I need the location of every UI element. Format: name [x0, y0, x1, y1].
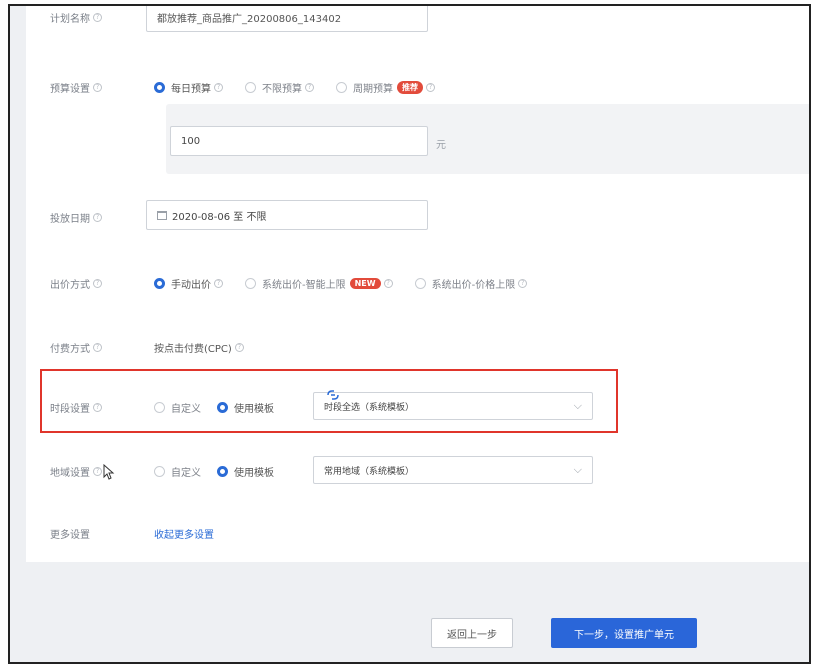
- bid-label-text: 出价方式: [50, 279, 90, 291]
- help-icon[interactable]: ?: [93, 13, 102, 22]
- radio-dot: [217, 465, 228, 477]
- radio-daily-budget[interactable]: 每日预算?: [154, 80, 223, 95]
- region-label: 地域设置?: [50, 464, 102, 479]
- budget-row: 预算设置? 每日预算? 不限预算? 周期预算 推荐?: [26, 72, 809, 102]
- payment-label: 付费方式?: [50, 340, 102, 355]
- help-icon[interactable]: ?: [93, 212, 102, 222]
- help-icon[interactable]: ?: [383, 278, 393, 288]
- budget-amount-value: 100: [181, 135, 201, 147]
- help-icon[interactable]: ?: [234, 342, 244, 352]
- radio-dot: [154, 277, 165, 289]
- date-row: 投放日期? 2020-08-06 至 不限: [26, 200, 809, 232]
- back-button-label: 返回上一步: [447, 629, 497, 641]
- radio-label: 使用模板: [234, 467, 274, 479]
- radio-label: 自定义: [171, 467, 201, 479]
- radio-dot: [245, 277, 256, 289]
- payment-value-text: 按点击付费(CPC): [154, 343, 232, 355]
- budget-label: 预算设置?: [50, 80, 102, 95]
- help-icon[interactable]: ?: [305, 82, 314, 92]
- region-row: 地域设置? 自定义 使用模板 常用地域（系统模板） ⌵: [26, 456, 809, 486]
- more-settings-row: 更多设置 收起更多设置: [26, 518, 809, 548]
- next-step-button-label: 下一步，设置推广单元: [574, 629, 674, 641]
- date-picker[interactable]: 2020-08-06 至 不限: [146, 200, 428, 230]
- link-cursor-icon: [327, 390, 339, 400]
- help-icon[interactable]: ?: [426, 82, 435, 92]
- radio-dot: [336, 81, 347, 93]
- radio-region-template[interactable]: 使用模板: [217, 464, 274, 479]
- help-icon[interactable]: ?: [93, 278, 102, 288]
- radio-region-custom[interactable]: 自定义: [154, 464, 201, 479]
- budget-amount-input[interactable]: 100: [170, 126, 428, 156]
- region-options: 自定义 使用模板: [154, 464, 280, 479]
- date-label: 投放日期?: [50, 210, 102, 225]
- radio-label: 不限预算: [262, 83, 302, 95]
- radio-dot: [154, 465, 165, 477]
- budget-options: 每日预算? 不限预算? 周期预算 推荐?: [154, 80, 457, 95]
- radio-label: 每日预算: [171, 83, 211, 95]
- radio-smart-cap-bid[interactable]: 系统出价-智能上限 NEW?: [245, 276, 393, 291]
- highlight-box: [40, 369, 618, 433]
- radio-unlimited-budget[interactable]: 不限预算?: [245, 80, 314, 95]
- more-settings-label: 更多设置: [50, 529, 90, 541]
- radio-label: 手动出价: [171, 279, 211, 291]
- plan-name-row: 计划名称? 都放推荐_商品推广_20200806_143402: [26, 6, 809, 36]
- chevron-down-icon: ⌵: [573, 463, 582, 476]
- mouse-cursor-icon: [103, 464, 115, 480]
- radio-label: 系统出价-价格上限: [431, 279, 516, 291]
- new-badge: NEW: [349, 277, 381, 289]
- radio-manual-bid[interactable]: 手动出价?: [154, 276, 223, 291]
- payment-label-text: 付费方式: [50, 343, 90, 355]
- help-icon[interactable]: ?: [214, 278, 223, 288]
- bid-options: 手动出价? 系统出价-智能上限 NEW? 系统出价-价格上限?: [154, 276, 549, 291]
- payment-value: 按点击付费(CPC)?: [154, 340, 244, 355]
- plan-settings-card: 计划名称? 都放推荐_商品推广_20200806_143402 预算设置? 每日…: [26, 6, 809, 562]
- region-template-select[interactable]: 常用地域（系统模板） ⌵: [313, 456, 593, 484]
- radio-price-cap-bid[interactable]: 系统出价-价格上限?: [414, 276, 528, 291]
- next-step-button[interactable]: 下一步，设置推广单元: [551, 618, 697, 648]
- radio-label: 系统出价-智能上限: [262, 279, 346, 291]
- region-label-text: 地域设置: [50, 467, 90, 479]
- radio-period-budget[interactable]: 周期预算 推荐?: [336, 80, 435, 95]
- help-icon[interactable]: ?: [93, 342, 102, 352]
- calendar-icon: [157, 210, 167, 220]
- plan-name-label-text: 计划名称: [50, 14, 90, 25]
- back-button[interactable]: 返回上一步: [431, 618, 513, 648]
- radio-dot: [414, 277, 426, 289]
- bid-row: 出价方式? 手动出价? 系统出价-智能上限 NEW? 系统出价-价格上限?: [26, 268, 809, 298]
- help-icon[interactable]: ?: [518, 278, 528, 288]
- plan-name-label: 计划名称?: [50, 10, 102, 25]
- help-icon[interactable]: ?: [214, 82, 223, 92]
- payment-row: 付费方式? 按点击付费(CPC)?: [26, 332, 809, 362]
- recommend-badge: 推荐: [397, 80, 423, 94]
- help-icon[interactable]: ?: [93, 82, 102, 92]
- plan-name-input[interactable]: 都放推荐_商品推广_20200806_143402: [146, 6, 428, 32]
- bid-label: 出价方式?: [50, 276, 102, 291]
- budget-unit: 元: [436, 140, 446, 151]
- collapse-more-settings-link[interactable]: 收起更多设置: [154, 526, 214, 541]
- region-template-value: 常用地域（系统模板）: [324, 466, 415, 477]
- radio-label: 周期预算: [353, 83, 393, 95]
- help-icon[interactable]: ?: [93, 466, 102, 476]
- app-frame: 计划名称? 都放推荐_商品推广_20200806_143402 预算设置? 每日…: [8, 4, 811, 664]
- date-label-text: 投放日期: [50, 213, 90, 225]
- budget-label-text: 预算设置: [50, 83, 90, 95]
- radio-dot: [245, 81, 256, 93]
- date-value: 2020-08-06 至 不限: [172, 211, 267, 223]
- radio-dot: [154, 81, 165, 93]
- plan-name-value: 都放推荐_商品推广_20200806_143402: [157, 13, 342, 25]
